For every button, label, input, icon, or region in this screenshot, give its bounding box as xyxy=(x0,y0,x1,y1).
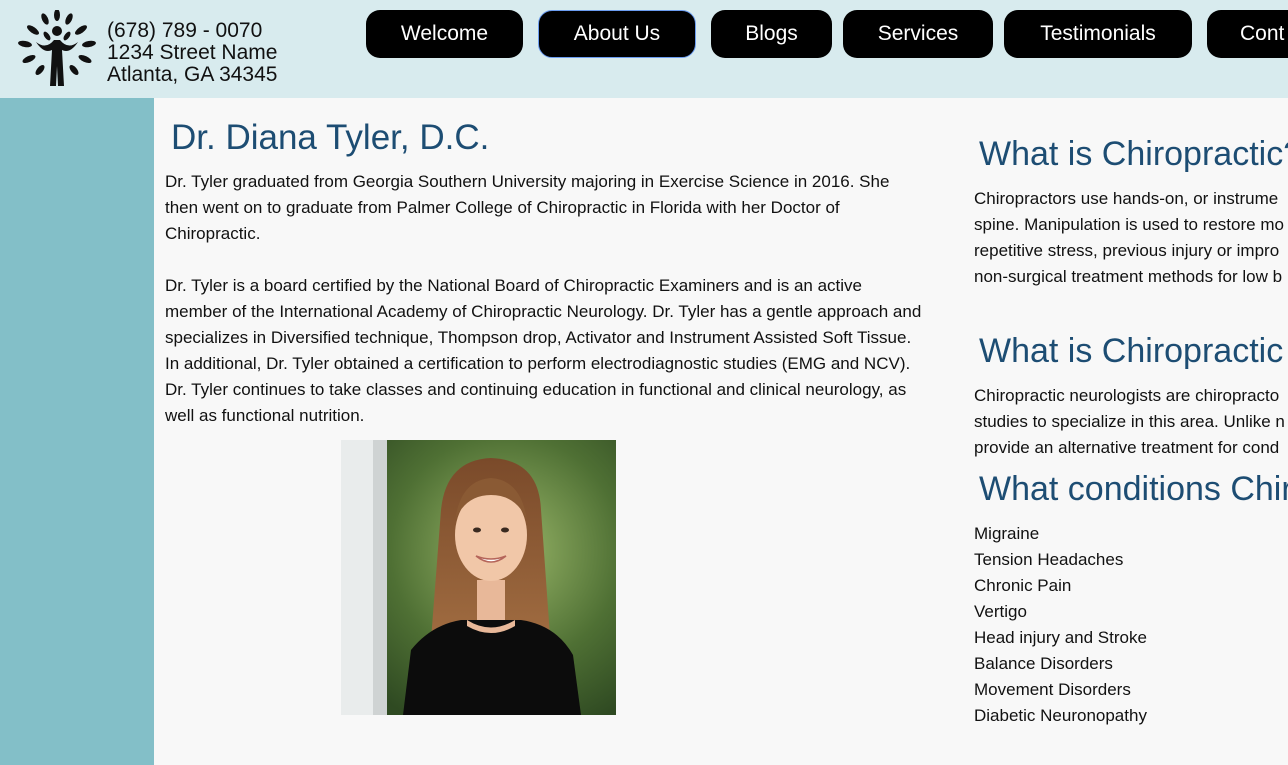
text-line: Chiropractic neurologists are chiropract… xyxy=(974,386,1280,405)
text-line: non-surgical treatment methods for low b xyxy=(974,267,1283,286)
text-line: Chiropractors use hands-on, or instrume xyxy=(974,189,1279,208)
text-line: spine. Manipulation is used to restore m… xyxy=(974,215,1284,234)
text-line: provide an alternative treatment for con… xyxy=(974,438,1280,457)
main-content: Dr. Diana Tyler, D.C. Dr. Tyler graduate… xyxy=(154,98,1288,765)
text-line: studies to specialize in this area. Unli… xyxy=(974,412,1285,431)
what-is-chiropractic-heading: What is Chiropractic? xyxy=(979,135,1288,173)
doctor-bio-paragraph-1: Dr. Tyler graduated from Georgia Souther… xyxy=(165,172,890,243)
conditions-heading: What conditions Chiro xyxy=(979,470,1288,508)
doctor-name-heading: Dr. Diana Tyler, D.C. xyxy=(171,118,490,157)
nav-testimonials-button[interactable]: Testimonials xyxy=(1004,10,1192,58)
list-item: Balance Disorders xyxy=(974,654,1113,673)
nav-about-us-button[interactable]: About Us xyxy=(538,10,696,58)
nav-welcome-button[interactable]: Welcome xyxy=(366,10,523,58)
tree-person-logo-icon[interactable] xyxy=(16,9,98,88)
list-item: Chronic Pain xyxy=(974,576,1072,595)
nav-blogs-button[interactable]: Blogs xyxy=(711,10,832,58)
list-item: Diabetic Neuronopathy xyxy=(974,706,1147,725)
list-item: Migraine xyxy=(974,524,1040,543)
conditions-list: Migraine Tension Headaches Chronic Pain … xyxy=(974,521,1147,729)
street-address: 1234 Street Name xyxy=(107,41,278,64)
chiropractic-neurology-text: Chiropractic neurologists are chiropract… xyxy=(974,383,1285,461)
list-item: Movement Disorders xyxy=(974,680,1131,699)
nav-contact-button[interactable]: Cont xyxy=(1207,10,1288,58)
list-item: Vertigo xyxy=(974,602,1027,621)
city-address: Atlanta, GA 34345 xyxy=(107,63,278,86)
list-item: Head injury and Stroke xyxy=(974,628,1147,647)
site-header: (678) 789 - 0070 1234 Street Name Atlant… xyxy=(0,0,1288,98)
what-is-chiropractic-text: Chiropractors use hands-on, or instrume … xyxy=(974,186,1284,290)
nav-services-button[interactable]: Services xyxy=(843,10,993,58)
contact-info: (678) 789 - 0070 1234 Street Name Atlant… xyxy=(107,20,277,86)
doctor-bio-paragraph-2: Dr. Tyler is a board certified by the Na… xyxy=(165,276,922,425)
chiropractic-neurology-heading: What is Chiropractic N xyxy=(979,332,1288,370)
left-sidebar xyxy=(0,98,154,765)
doctor-photo xyxy=(341,440,616,715)
text-line: repetitive stress, previous injury or im… xyxy=(974,241,1280,260)
list-item: Tension Headaches xyxy=(974,550,1124,569)
phone-number[interactable]: (678) 789 - 0070 xyxy=(107,20,277,42)
